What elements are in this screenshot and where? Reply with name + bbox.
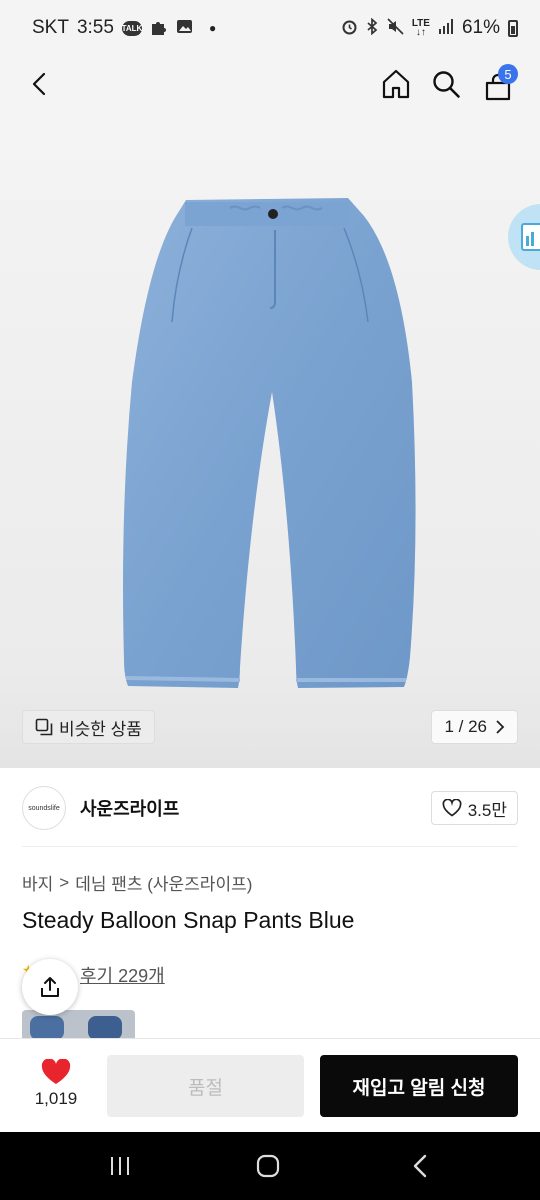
home-icon xyxy=(382,69,410,99)
clock: 3:55 xyxy=(76,17,114,38)
chevron-left-icon xyxy=(413,1154,427,1178)
recent-apps-icon xyxy=(111,1157,129,1175)
image-counter-button[interactable]: 1 / 26 xyxy=(431,710,518,744)
status-right: LTE ↓↑ 61% xyxy=(341,17,518,39)
product-image xyxy=(123,198,416,688)
review-link[interactable]: 후기 229개 xyxy=(80,962,165,988)
puzzle-notification-icon xyxy=(150,18,168,39)
home-circle-icon xyxy=(256,1154,280,1178)
breadcrumb: 바지 > 데님 팬츠 (사운즈라이프) xyxy=(22,870,252,895)
top-navigation: 5 xyxy=(0,56,540,112)
cart-count-badge: 5 xyxy=(498,64,518,84)
search-button[interactable] xyxy=(426,64,466,104)
similar-products-button[interactable]: 비슷한 상품 xyxy=(22,710,155,744)
recent-apps-button[interactable] xyxy=(100,1150,140,1182)
system-back-button[interactable] xyxy=(400,1150,440,1182)
cart-button[interactable]: 5 xyxy=(478,64,518,104)
battery-icon xyxy=(508,19,518,37)
document-icon xyxy=(521,223,540,251)
bottom-action-bar: 1,019 품절 재입고 알림 신청 xyxy=(0,1038,540,1132)
restock-alert-button[interactable]: 재입고 알림 신청 xyxy=(320,1055,518,1117)
alarm-icon xyxy=(341,18,358,38)
product-title: Steady Balloon Snap Pants Blue xyxy=(22,907,355,933)
brand-logo[interactable]: soundslife xyxy=(22,786,66,830)
share-icon xyxy=(41,977,59,997)
copy-squares-icon xyxy=(35,718,53,736)
back-button[interactable] xyxy=(20,64,60,104)
heart-outline-icon xyxy=(442,799,462,817)
lte-label: LTE xyxy=(411,18,430,29)
battery-percent: 61% xyxy=(461,17,500,38)
status-bar: SKT 3:55 TALK ● LTE ↓↑ 61% xyxy=(0,0,540,56)
brand-row[interactable]: soundslife 사운즈라이프 3.5만 xyxy=(22,782,518,834)
brand-like-count: 3.5만 xyxy=(467,800,507,820)
color-option-thumbnails[interactable] xyxy=(22,1010,135,1040)
bluetooth-icon xyxy=(366,17,379,38)
home-button[interactable] xyxy=(376,64,416,104)
search-icon xyxy=(433,71,460,98)
divider xyxy=(22,846,518,847)
breadcrumb-category[interactable]: 바지 xyxy=(22,870,53,895)
lte-indicator: LTE ↓↑ xyxy=(411,18,430,38)
sold-out-button[interactable]: 품절 xyxy=(107,1055,304,1117)
wishlist-count: 1,019 xyxy=(34,1089,78,1108)
status-left: SKT 3:55 TALK ● xyxy=(32,17,216,39)
image-notification-icon xyxy=(176,18,193,38)
product-image-gallery[interactable]: 비슷한 상품 1 / 26 xyxy=(0,112,540,768)
system-home-button[interactable] xyxy=(248,1150,288,1182)
system-navigation-bar xyxy=(0,1132,540,1200)
more-notifications-dot-icon: ● xyxy=(208,21,217,35)
similar-products-label: 비슷한 상품 xyxy=(59,719,142,739)
brand-name[interactable]: 사운즈라이프 xyxy=(80,795,179,821)
image-counter: 1 / 26 xyxy=(444,717,487,736)
mute-icon xyxy=(387,18,404,38)
chevron-right-icon xyxy=(496,720,505,734)
brand-like-button[interactable]: 3.5만 xyxy=(430,791,518,825)
carrier-label: SKT xyxy=(32,17,69,38)
chevron-left-icon xyxy=(32,72,46,96)
breadcrumb-separator: > xyxy=(59,872,70,892)
color-thumbnail-images xyxy=(30,1016,122,1040)
share-button[interactable] xyxy=(22,959,78,1015)
signal-icon xyxy=(438,18,454,38)
breadcrumb-subcategory[interactable]: 데님 팬츠 (사운즈라이프) xyxy=(75,870,252,895)
heart-filled-icon xyxy=(41,1059,71,1084)
talk-notification-icon: TALK xyxy=(122,20,142,36)
wishlist-button[interactable]: 1,019 xyxy=(22,1059,90,1119)
